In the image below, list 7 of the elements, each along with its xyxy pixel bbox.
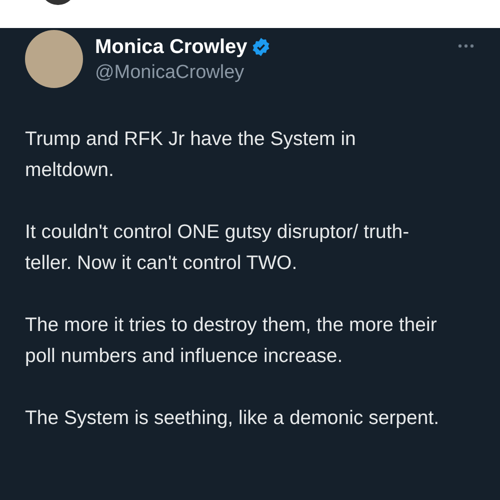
tweet-text: The more it tries to destroy them, the more their poll numbers and influence increase. bbox=[25, 313, 438, 369]
author-name: Monica Crowley bbox=[95, 35, 248, 59]
tweet-text: It couldn't control ONE gutsy disruptor/ truth-teller. Now it can't control TWO. bbox=[25, 220, 410, 276]
tweet-text: The System is seething, like a demonic serpent. bbox=[25, 406, 440, 431]
tweet-text: Trump and RFK Jr have the System in meltdown. bbox=[25, 127, 357, 183]
more-options-icon[interactable] bbox=[458, 44, 474, 48]
author-handle: @MonicaCrowley bbox=[95, 61, 246, 85]
